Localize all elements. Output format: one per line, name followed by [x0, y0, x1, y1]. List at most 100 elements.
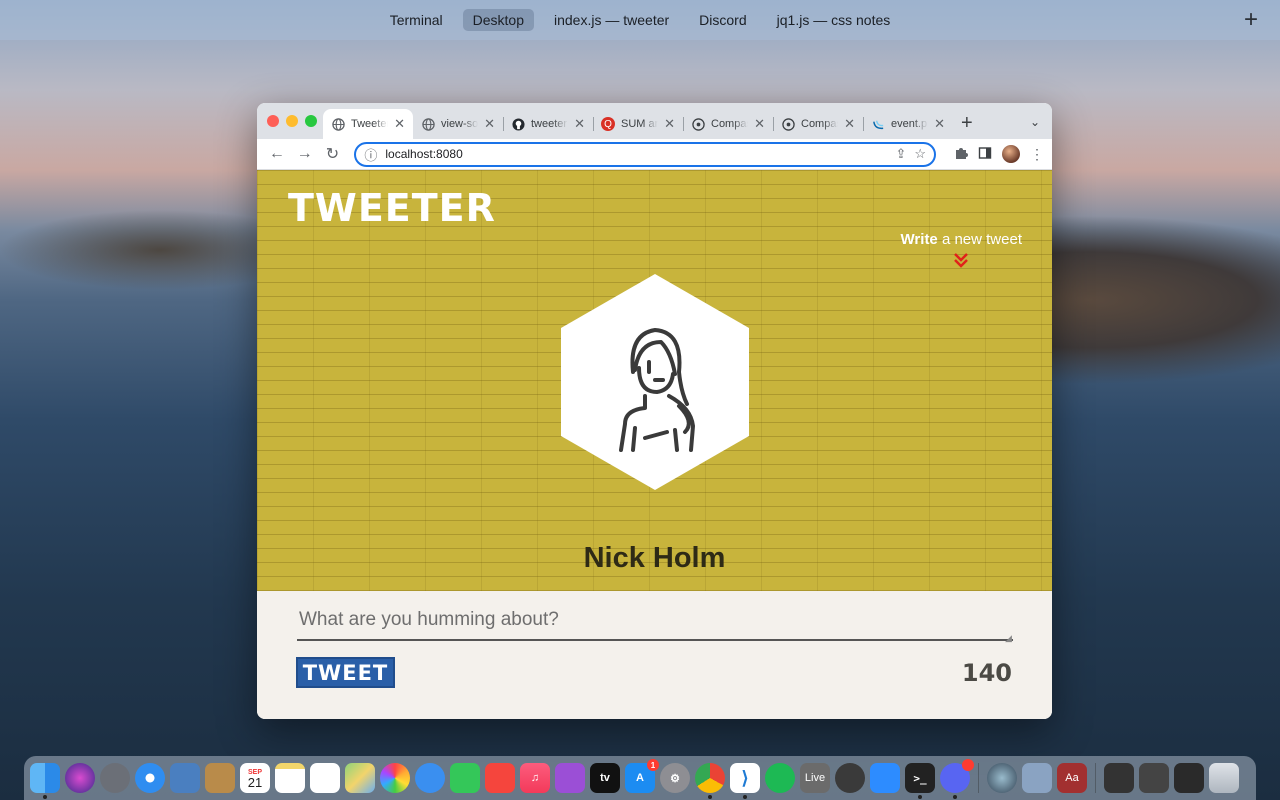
dock: SEP 21 ♫ tv A1 ⚙ ⟩ Live >_ Aa [24, 756, 1256, 800]
profile-avatar[interactable] [1002, 145, 1021, 163]
calendar-day: 21 [247, 775, 263, 790]
close-icon[interactable]: ✕ [484, 116, 495, 132]
dictionary-icon[interactable]: Aa [1057, 763, 1087, 793]
news-icon[interactable] [485, 763, 515, 793]
close-icon[interactable]: ✕ [934, 116, 945, 132]
tab-event-pre[interactable]: event.pre ✕ [863, 109, 953, 139]
close-icon[interactable]: ✕ [844, 116, 855, 132]
close-icon[interactable]: ✕ [754, 116, 765, 132]
tab-compass-2[interactable]: Compass ✕ [773, 109, 863, 139]
share-icon[interactable]: ⇪ [895, 146, 906, 162]
apple-tv-icon[interactable]: tv [590, 763, 620, 793]
space-jq1-js[interactable]: jq1.js — css notes [767, 9, 901, 31]
tab-compass-1[interactable]: Compass ✕ [683, 109, 773, 139]
toolbar-actions: ⋮ [954, 145, 1044, 163]
podcasts-icon[interactable] [555, 763, 585, 793]
forward-arrow-icon[interactable]: → [293, 142, 317, 166]
tweet-submit-button[interactable]: TWEET [296, 657, 395, 688]
extensions-puzzle-icon[interactable] [954, 146, 969, 163]
gitkraken-icon[interactable] [835, 763, 865, 793]
add-space-button[interactable]: + [1244, 6, 1258, 34]
preview-icon[interactable] [1022, 763, 1052, 793]
tab-tweeter[interactable]: Tweeter ✕ [323, 109, 413, 139]
space-terminal[interactable]: Terminal [380, 9, 453, 31]
character-counter: 140 [961, 659, 1012, 687]
tweeter-logo[interactable]: TWEETER [288, 186, 496, 230]
terminal-icon[interactable]: >_ [905, 763, 935, 799]
tab-view-source[interactable]: view-source ✕ [413, 109, 503, 139]
tab-sum-and[interactable]: Q SUM and ✕ [593, 109, 683, 139]
profile-name: Nick Holm [583, 542, 726, 574]
spotify-icon[interactable] [765, 763, 795, 793]
zoom-window-button[interactable] [305, 115, 317, 127]
close-window-button[interactable] [267, 115, 279, 127]
url-text[interactable]: localhost:8080 [385, 147, 887, 161]
music-note-icon[interactable]: ♫ [520, 763, 550, 793]
mail-eagle-icon[interactable] [170, 763, 200, 793]
write-label-bold: Write [900, 231, 938, 248]
address-bar[interactable]: ⓘ localhost:8080 ⇪ ☆ [354, 141, 937, 167]
calendar-icon[interactable]: SEP 21 [240, 763, 270, 793]
globe-icon [331, 117, 345, 131]
minimize-window-button[interactable] [286, 115, 298, 127]
chevron-down-icon[interactable]: ⌄ [1030, 115, 1040, 129]
chrome-icon[interactable] [695, 763, 725, 799]
app-store-icon[interactable]: A1 [625, 759, 659, 793]
quicktime-icon[interactable] [987, 763, 1017, 793]
maps-icon[interactable] [345, 763, 375, 793]
messages-bubble-icon[interactable] [415, 763, 445, 793]
vscode-icon[interactable]: ⟩ [730, 763, 760, 799]
notes-icon[interactable] [275, 763, 305, 793]
side-panel-icon[interactable] [978, 146, 992, 163]
more-menu-icon[interactable]: ⋮ [1030, 146, 1044, 163]
space-index-js[interactable]: index.js — tweeter [544, 9, 679, 31]
system-preferences-gear-icon[interactable]: ⚙ [660, 763, 690, 793]
minimized-window-3-icon[interactable] [1174, 763, 1204, 793]
browser-toolbar: ← → ↻ ⓘ localhost:8080 ⇪ ☆ ⋮ [257, 139, 1052, 170]
facetime-camera-icon[interactable] [450, 763, 480, 793]
close-icon[interactable]: ✕ [394, 116, 405, 132]
compass-icon [691, 117, 705, 131]
contacts-book-icon[interactable] [205, 763, 235, 793]
write-new-tweet-toggle[interactable]: Write a new tweet [901, 231, 1022, 268]
back-arrow-icon[interactable]: ← [265, 142, 289, 166]
dock-separator [1095, 763, 1096, 793]
new-tab-button[interactable]: + [961, 112, 973, 135]
tweeter-page: TWEETER Write a new tweet Nick Holm What… [257, 170, 1052, 719]
tab-title: view-source [441, 118, 479, 130]
safari-compass-icon[interactable] [135, 763, 165, 793]
minimized-window-2-icon[interactable] [1139, 763, 1169, 793]
tab-strip: Tweeter ✕ view-source ✕ tweeter ✕ Q SUM … [257, 103, 1052, 139]
dock-separator [978, 763, 979, 793]
compass-icon [781, 117, 795, 131]
tv-label: tv [600, 772, 610, 784]
launchpad-rocket-icon[interactable] [100, 763, 130, 793]
tab-title: tweeter [531, 118, 568, 130]
zoom-camera-icon[interactable] [870, 763, 900, 793]
reminders-list-icon[interactable] [310, 763, 340, 793]
minimized-window-1-icon[interactable] [1104, 763, 1134, 793]
resize-handle-icon[interactable]: ◢ [1005, 633, 1012, 644]
tweet-text-input[interactable] [297, 607, 1013, 641]
close-icon[interactable]: ✕ [574, 116, 585, 132]
space-desktop[interactable]: Desktop [462, 9, 534, 31]
discord-icon[interactable] [940, 759, 974, 799]
photos-flower-icon[interactable] [380, 763, 410, 793]
profile-header: TWEETER Write a new tweet Nick Holm [257, 170, 1052, 591]
site-info-icon[interactable]: ⓘ [364, 145, 377, 164]
reload-icon[interactable]: ↻ [321, 142, 345, 166]
discord-badge-dot [962, 759, 974, 771]
tab-github-tweeter[interactable]: tweeter ✕ [503, 109, 593, 139]
user-avatar-icon [619, 328, 695, 452]
spaces-bar: Terminal Desktop index.js — tweeter Disc… [0, 0, 1280, 40]
globe-icon [421, 117, 435, 131]
siri-icon[interactable] [65, 763, 95, 793]
tab-title: event.pre [891, 118, 928, 130]
bookmark-star-icon[interactable]: ☆ [914, 146, 926, 162]
trash-icon[interactable] [1209, 763, 1239, 793]
space-discord[interactable]: Discord [689, 9, 756, 31]
ableton-live-icon[interactable]: Live [800, 763, 830, 793]
double-chevron-down-icon[interactable] [901, 252, 1022, 268]
close-icon[interactable]: ✕ [664, 116, 675, 132]
finder-icon[interactable] [30, 763, 60, 799]
